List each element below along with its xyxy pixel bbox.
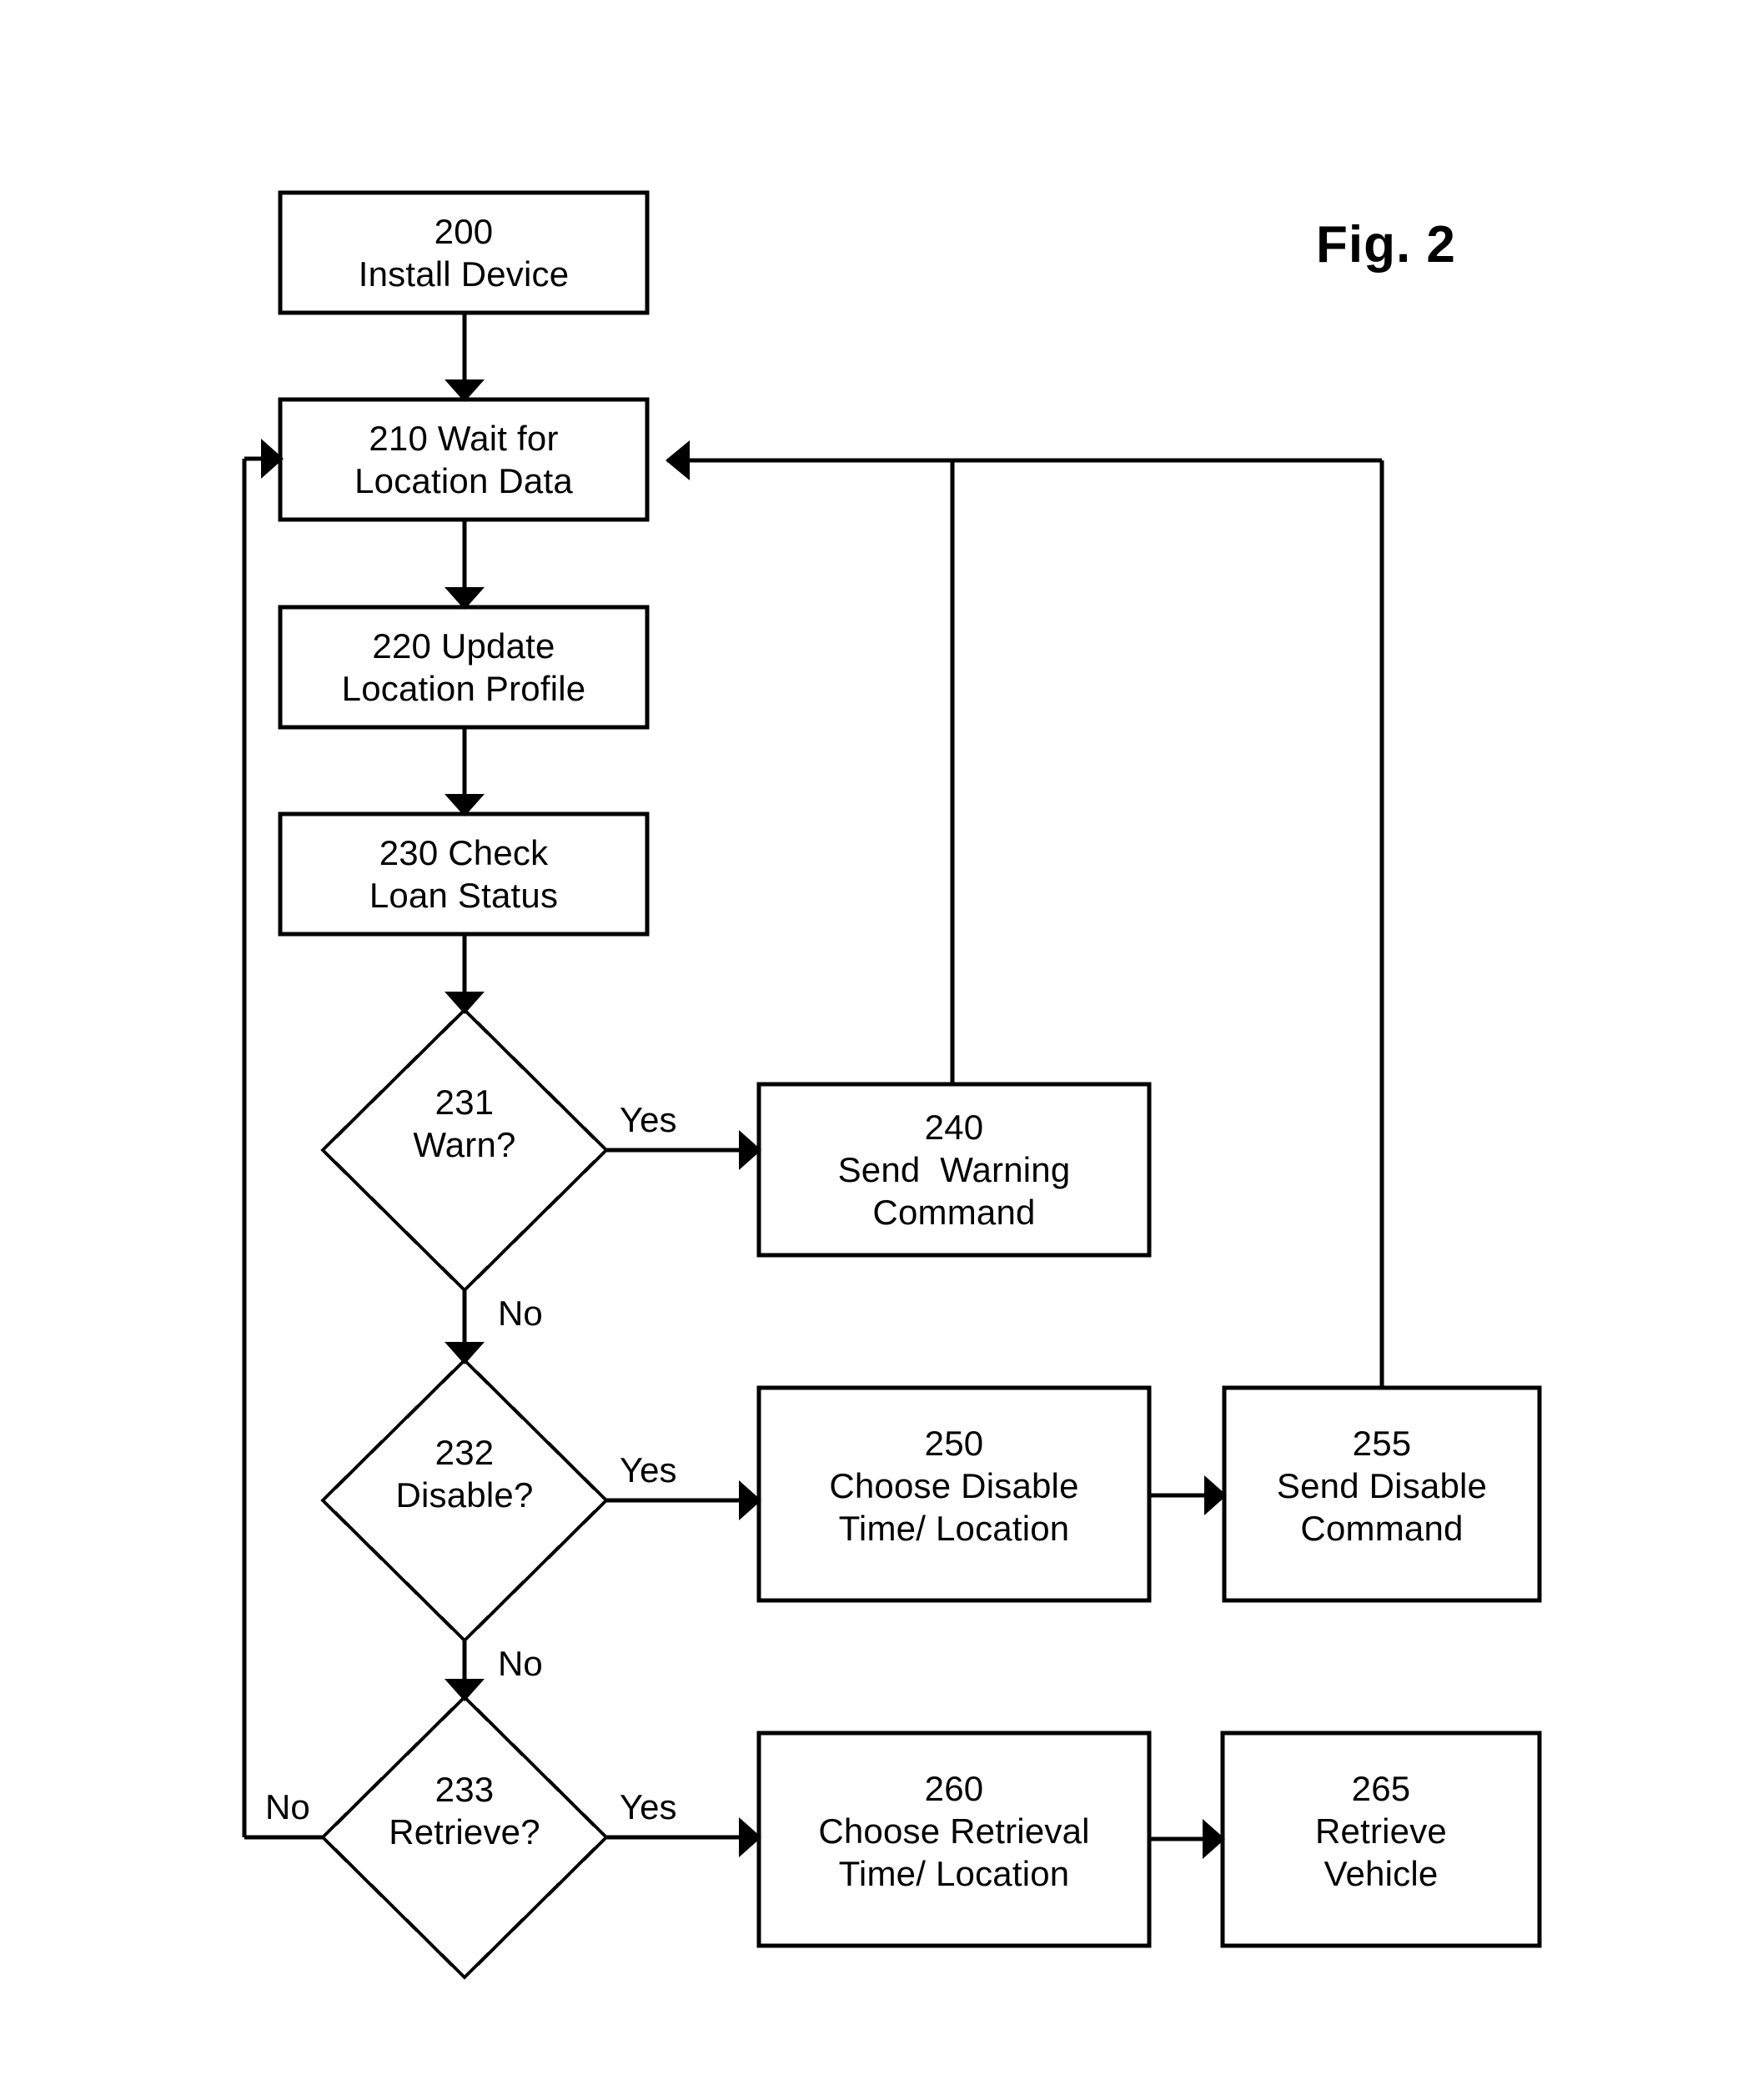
edge-label-yes-232: Yes: [620, 1450, 677, 1490]
node-box-250: [756, 1385, 1152, 1603]
node-box-220: [278, 605, 650, 730]
figure-2-flowchart: 200 Install Device 210 Wait for Location…: [0, 0, 1758, 2100]
edge-label-no-232: No: [498, 1644, 543, 1683]
edge-label-yes-231: Yes: [620, 1100, 677, 1139]
arrowhead-into-231: [445, 992, 485, 1014]
figure-caption: Fig. 2: [1316, 216, 1456, 274]
edge-label-no-233: No: [265, 1787, 310, 1826]
arrowhead-into-233: [445, 1679, 485, 1701]
node-box-210: [278, 397, 650, 522]
arrowhead-into-210-right: [666, 440, 690, 480]
node-box-260: [756, 1731, 1152, 1948]
flowchart-canvas: [242, 190, 1542, 1980]
node-box-265: [1220, 1731, 1542, 1948]
node-box-240: [756, 1082, 1152, 1258]
edge-label-yes-233: Yes: [620, 1787, 677, 1826]
arrowhead-into-232: [445, 1342, 485, 1364]
node-box-255: [1222, 1385, 1542, 1603]
node-diamond-231: [320, 1007, 609, 1293]
node-box-230: [278, 811, 650, 937]
edge-label-no-231: No: [498, 1294, 543, 1333]
node-diamond-233: [320, 1695, 609, 1980]
node-diamond-232: [320, 1358, 609, 1643]
node-box-200: [278, 190, 650, 315]
